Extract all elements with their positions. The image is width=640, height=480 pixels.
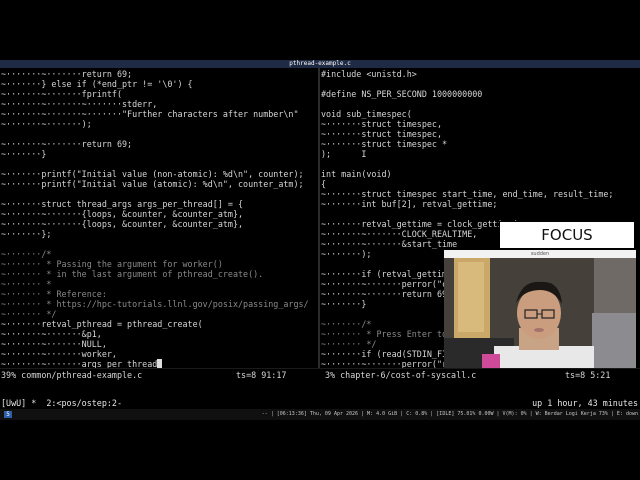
left-status-file: 39% common/pthread-example.c xyxy=(1,370,143,380)
code-line: ~······· * xyxy=(1,279,52,289)
code-line: ~·······~·······args_per_thread xyxy=(1,359,318,368)
window-title-bar: pthread-example.c xyxy=(0,60,640,68)
left-editor-pane[interactable]: ~·······~·······return 69; ~·······} else… xyxy=(0,68,318,368)
code-line: ~·······~·······); xyxy=(1,119,92,129)
text-cursor xyxy=(157,359,163,368)
system-info-text: -- | [06:13:36] Thu, 09 Apr 2026 | M: 4.… xyxy=(261,411,638,417)
code-line: { xyxy=(321,179,327,189)
code-line: ~·······~·······{loops, &counter, &count… xyxy=(1,219,244,229)
code-line: ~·······} xyxy=(1,149,47,159)
code-line: ~·······~·······NULL, xyxy=(1,339,107,349)
editor-status-line: 39% common/pthread-example.c ts=8 91:17 … xyxy=(0,368,640,382)
left-status-position: ts=8 91:17 xyxy=(236,370,287,380)
code-line: ~·······struct timespec, xyxy=(321,119,443,129)
code-line: ~·······printf("Initial value (atomic): … xyxy=(1,179,304,189)
code-line: void sub_timespec( xyxy=(321,109,412,119)
code-line: ~·······int buf[2], retval_gettime; xyxy=(321,199,498,209)
code-line: ~·······struct timespec start_time, end_… xyxy=(321,189,614,199)
code-line: ~·······~·······{loops, &counter, &count… xyxy=(1,209,244,219)
tmux-status-bar: [UwU] * 2:<pos/ostep:2- up 1 hour, 43 mi… xyxy=(0,397,640,409)
code-line: ~·······~·······return 69; xyxy=(1,69,133,79)
webcam-window-title: sudden xyxy=(444,250,636,258)
webcam-image xyxy=(444,258,636,368)
code-line: #define NS_PER_SECOND 1000000000 xyxy=(321,89,483,99)
workspace-indicator[interactable]: 5 xyxy=(4,411,12,418)
code-line: ~······· * https://hpc-tutorials.llnl.go… xyxy=(1,299,309,309)
code-line: ~·······struct thread_args args_per_thre… xyxy=(1,199,244,209)
code-line: ~·······~·······~·······"Further charact… xyxy=(1,109,299,119)
code-line: ~·······struct timespec, xyxy=(321,129,443,139)
tmux-uptime: up 1 hour, 43 minutes xyxy=(532,398,638,408)
code-line: #include <unistd.h> xyxy=(321,69,417,79)
left-code-lines: ~·······~·······return 69; ~·······} else… xyxy=(1,69,318,368)
tmux-session-windows[interactable]: [UwU] * 2:<pos/ostep:2- xyxy=(1,397,122,409)
webcam-overlay: sudden xyxy=(444,250,636,368)
code-line: ~······· * Passing the argument for work… xyxy=(1,259,223,269)
code-line: ~·······retval_pthread = pthread_create( xyxy=(1,319,203,329)
right-status-file: 3% chapter-6/cost-of-syscall.c xyxy=(325,370,477,380)
system-status-bar: 5 -- | [06:13:36] Thu, 09 Apr 2026 | M: … xyxy=(0,409,640,420)
code-line: ~······· * in the last argument of pthre… xyxy=(1,269,264,279)
right-status-position: ts=8 5:21 xyxy=(565,370,611,380)
code-line: ~·······struct timespec * xyxy=(321,139,448,149)
code-line: ~·······~·······fprintf( xyxy=(1,89,123,99)
code-line: ~·······~·······~·······stderr, xyxy=(1,99,158,109)
code-line: ~·······/* xyxy=(1,249,52,259)
code-line: ~······· * Reference: xyxy=(1,289,107,299)
code-line: ~·······}; xyxy=(1,229,52,239)
code-line: ~·······printf("Initial value (non-atomi… xyxy=(1,169,304,179)
code-line: int main(void) xyxy=(321,169,392,179)
code-line: ~·······~·······&p1, xyxy=(1,329,102,339)
code-line: ~·······} else if (*end_ptr != '\0') { xyxy=(1,79,193,89)
code-line: ~·······~·······return 69; xyxy=(1,139,133,149)
focus-label: FOCUS xyxy=(499,221,635,249)
code-line: ~·······~·······worker, xyxy=(1,349,117,359)
code-line: ~······· */ xyxy=(1,309,57,319)
code-line: ); I xyxy=(321,149,367,159)
